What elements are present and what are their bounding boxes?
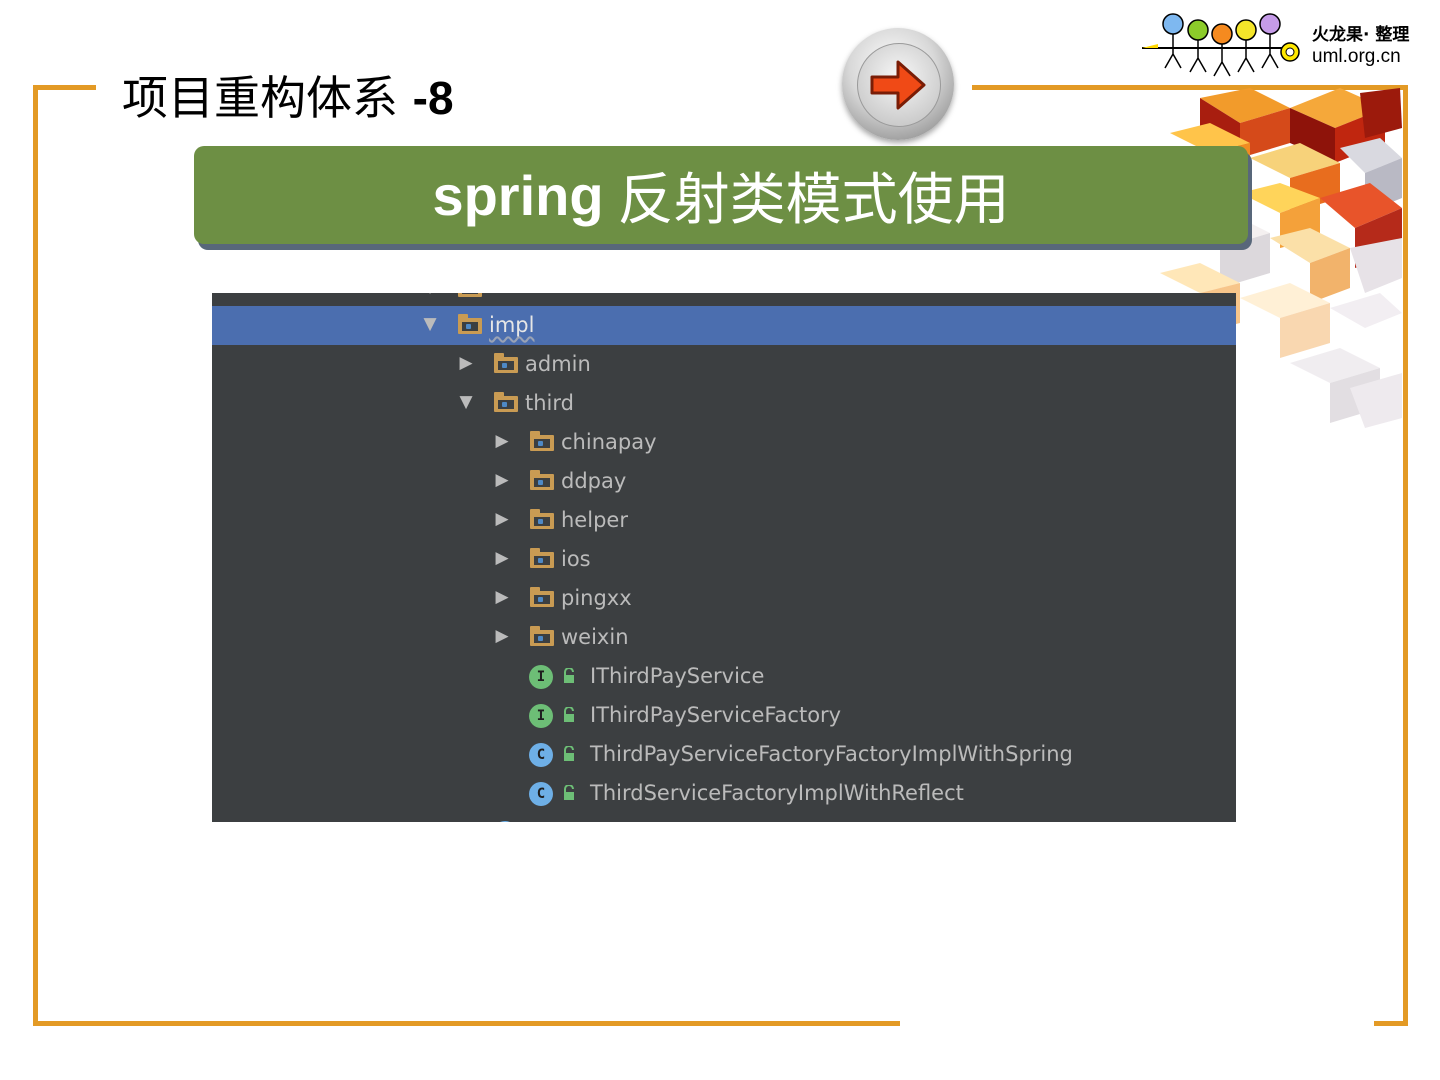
tree-row-helper[interactable]: ▶ helper	[212, 501, 1236, 540]
tree-row-ithirdpayservice[interactable]: I IThirdPayService	[212, 657, 1236, 696]
folder-icon	[494, 392, 518, 412]
tree-item-label: weixin	[561, 625, 629, 649]
tree-item-label: chinapay	[561, 430, 657, 454]
tree-item-label: pingxx	[561, 586, 632, 610]
collapse-arrow-icon[interactable]: ▶	[492, 587, 512, 607]
folder-icon	[458, 293, 482, 297]
unlocked-icon	[564, 668, 574, 683]
tree-row-chinapay[interactable]: ▶ chinapay	[212, 423, 1236, 462]
frame-left	[33, 85, 38, 1026]
class-icon: C	[529, 782, 553, 806]
tree-row-ios[interactable]: ▶ ios	[212, 540, 1236, 579]
tree-item-label: helper	[561, 508, 628, 532]
tree-item-label: admin	[525, 352, 591, 376]
folder-icon	[530, 587, 554, 607]
tree-row-ithirdpayservicefactory[interactable]: I IThirdPayServiceFactory	[212, 696, 1236, 735]
collapse-arrow-icon[interactable]: ▶	[492, 626, 512, 646]
slide-title-main: 项目重构体系	[122, 71, 398, 125]
section-banner: spring 反射类模式使用	[194, 146, 1248, 244]
collapse-arrow-icon[interactable]: ▶	[492, 509, 512, 529]
class-icon	[493, 821, 517, 822]
slide-title-number: -8	[412, 72, 454, 124]
logo-text-url: uml.org.cn	[1312, 46, 1401, 67]
tree-item-label: impl	[489, 313, 535, 337]
folder-icon	[530, 509, 554, 529]
tree-item-label: ThirdServiceFactoryImplWithReflect	[590, 781, 964, 805]
logo-text-organizer: 火龙果· 整理	[1312, 25, 1410, 45]
unlocked-icon	[564, 785, 574, 800]
collapse-arrow-icon[interactable]: ▼	[420, 293, 440, 297]
collapse-arrow-icon[interactable]: ▶	[456, 353, 476, 373]
folder-icon	[458, 314, 482, 334]
unlocked-icon	[564, 746, 574, 761]
tree-row-impl[interactable]: ▼ impl	[212, 306, 1236, 345]
frame-bottom	[33, 1021, 900, 1026]
project-tree-panel: ▼ ▼ impl ▶ admin ▼ third ▶ chinapay ▶ dd…	[212, 293, 1236, 822]
next-button-face	[857, 43, 941, 127]
tree-item-label: ddpay	[561, 469, 627, 493]
slide-title: 项目重构体系 -8	[122, 62, 454, 128]
tree-row-thirdpayservicefactoryfactoryimplwithspring[interactable]: C ThirdPayServiceFactoryFactoryImplWithS…	[212, 735, 1236, 774]
tree-item-label: IThirdPayServiceFactory	[590, 703, 842, 727]
tree-row-weixin[interactable]: ▶ weixin	[212, 618, 1236, 657]
tree-item-label: IThirdPayService	[590, 664, 765, 688]
right-arrow-icon	[870, 60, 926, 110]
next-slide-button[interactable]	[842, 28, 954, 140]
frame-top-left	[33, 85, 96, 90]
interface-icon: I	[529, 665, 553, 689]
frame-bottom-right	[1374, 1021, 1408, 1026]
interface-icon: I	[529, 704, 553, 728]
collapse-arrow-icon[interactable]: ▶	[492, 431, 512, 451]
tree-row-partial-bottom	[212, 813, 1236, 822]
collapse-arrow-icon[interactable]: ▶	[492, 548, 512, 568]
expand-arrow-icon[interactable]: ▼	[456, 392, 476, 412]
tree-item-label: ios	[561, 547, 591, 571]
folder-icon	[530, 431, 554, 451]
collapse-arrow-icon[interactable]: ▶	[492, 470, 512, 490]
expand-arrow-icon[interactable]: ▼	[420, 314, 440, 334]
tree-row-admin[interactable]: ▶ admin	[212, 345, 1236, 384]
tree-item-label: third	[525, 391, 574, 415]
folder-icon	[530, 470, 554, 490]
banner-heading: 反射类模式使用	[617, 167, 1010, 233]
tree-row-pingxx[interactable]: ▶ pingxx	[212, 579, 1236, 618]
folder-icon	[530, 548, 554, 568]
folder-icon	[494, 353, 518, 373]
tree-row-third[interactable]: ▼ third	[212, 384, 1236, 423]
class-icon: C	[529, 743, 553, 767]
folder-icon	[530, 626, 554, 646]
tree-row-thirdservicefactoryimplwithreflect[interactable]: C ThirdServiceFactoryImplWithReflect	[212, 774, 1236, 813]
tree-row-ddpay[interactable]: ▶ ddpay	[212, 462, 1236, 501]
tree-item-label: ThirdPayServiceFactoryFactoryImplWithSpr…	[590, 742, 1073, 766]
banner-keyword: spring	[432, 163, 604, 227]
unlocked-icon	[564, 707, 574, 722]
